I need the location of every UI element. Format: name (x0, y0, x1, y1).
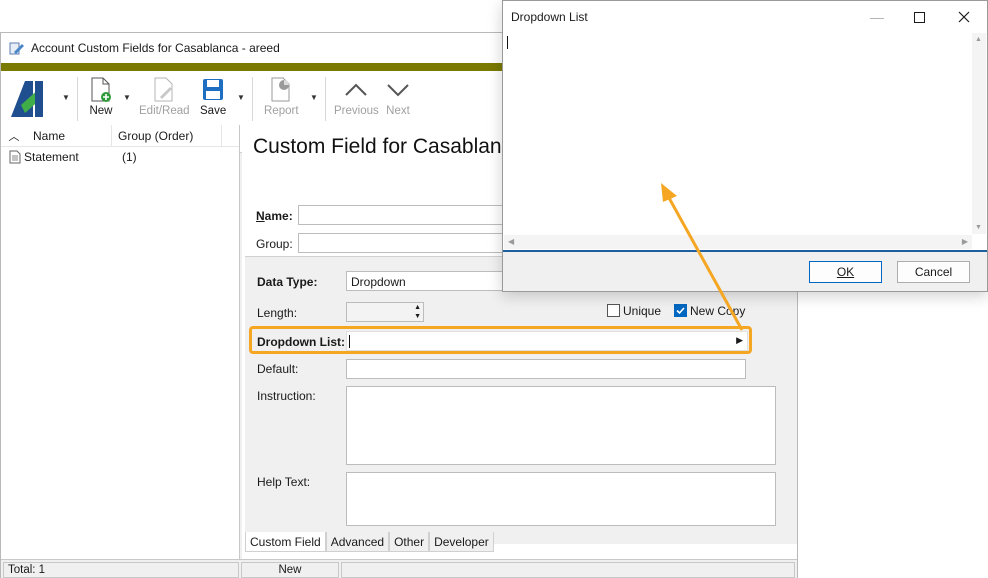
minimize-icon[interactable]: — (867, 7, 887, 27)
chevron-down-icon (387, 84, 409, 97)
save-menu-caret-icon[interactable]: ▼ (237, 93, 245, 102)
default-input[interactable] (346, 359, 746, 379)
app-logo-button[interactable] (7, 77, 49, 123)
dialog-title: Dropdown List (511, 10, 588, 24)
dropdown-list-textarea[interactable]: ▲ ▼ ◀ ▶ (504, 33, 986, 249)
default-label: Default: (257, 362, 299, 376)
data-type-label: Data Type: (257, 275, 318, 289)
tab-developer[interactable]: Developer (429, 532, 494, 552)
vertical-scrollbar[interactable]: ▲ ▼ (972, 33, 986, 234)
main-window-title: Account Custom Fields for Casablanca - a… (31, 41, 280, 55)
maximize-icon[interactable] (909, 7, 929, 27)
cancel-button-label: Cancel (914, 265, 953, 279)
dropdown-list-dialog: Dropdown List — ▲ ▼ ◀ ▶ OK Cancel (502, 0, 988, 292)
form-tabs: Custom Field Advanced Other Developer (245, 532, 494, 552)
save-button[interactable]: Save (200, 77, 226, 123)
new-copy-checkbox[interactable]: New Copy (674, 304, 745, 318)
report-menu-caret-icon[interactable]: ▼ (310, 93, 318, 102)
scroll-down-icon[interactable]: ▼ (975, 224, 982, 231)
ok-button[interactable]: OK (809, 261, 882, 283)
instruction-label: Instruction: (257, 389, 316, 403)
chevron-up-icon (345, 83, 368, 96)
report-button[interactable]: Report (264, 77, 299, 123)
toolbar-separator (325, 77, 326, 121)
list-item-group: (1) (122, 150, 137, 164)
ok-button-label: OK (836, 265, 855, 279)
column-header-group[interactable]: Group (Order) (111, 125, 221, 146)
edit-document-icon (154, 77, 173, 102)
checkbox-unchecked-icon[interactable] (607, 304, 620, 318)
status-total: Total: 1 (3, 562, 239, 578)
field-settings-panel: Data Type: Dropdown Length: ▲ ▼ Unique Ne… (245, 256, 797, 544)
document-icon (9, 150, 21, 164)
scroll-right-icon[interactable]: ▶ (962, 237, 968, 246)
scroll-up-icon[interactable]: ▲ (975, 36, 982, 43)
toolbar-separator (77, 77, 78, 121)
group-input[interactable] (298, 233, 508, 253)
save-disk-icon (203, 79, 224, 100)
new-menu-caret-icon[interactable]: ▼ (123, 93, 131, 102)
new-copy-checkbox-label: New Copy (690, 304, 746, 318)
name-input[interactable] (298, 205, 508, 225)
tab-advanced[interactable]: Advanced (325, 532, 390, 552)
status-extra (341, 562, 795, 578)
new-button[interactable]: New (89, 77, 113, 123)
previous-button[interactable]: Previous (334, 77, 379, 123)
save-button-label: Save (200, 105, 227, 117)
report-chart-icon (271, 77, 290, 102)
sort-chevron-up-icon[interactable]: ︿ (1, 128, 27, 144)
close-icon[interactable] (954, 7, 974, 27)
group-label: Group: (256, 237, 293, 251)
text-cursor (507, 36, 508, 49)
scroll-left-icon[interactable]: ◀ (508, 237, 514, 246)
list-item-name: Statement (24, 150, 79, 164)
length-label: Length: (257, 306, 298, 320)
status-bar: Total: 1 New (1, 559, 797, 578)
column-header-name[interactable]: Name (27, 129, 111, 143)
unique-checkbox[interactable]: Unique (607, 304, 661, 318)
highlight-box (249, 326, 752, 354)
column-header-spacer (221, 125, 239, 146)
horizontal-scrollbar[interactable]: ◀ ▶ (504, 235, 972, 249)
app-logo-icon (7, 77, 49, 119)
data-type-select[interactable]: Dropdown (346, 271, 506, 291)
dialog-footer: OK Cancel (503, 252, 987, 291)
unique-checkbox-label: Unique (623, 304, 662, 318)
help-text-label: Help Text: (257, 475, 311, 489)
list-item[interactable]: Statement (1) (1, 147, 239, 167)
tab-other[interactable]: Other (389, 532, 430, 552)
custom-fields-list: ︿ Name Group (Order) Statement (1) (1, 125, 240, 562)
form-heading: Custom Field for Casablanca (253, 135, 524, 158)
edit-pencil-icon (9, 42, 24, 55)
next-button[interactable]: Next (385, 77, 411, 123)
edit-read-button[interactable]: Edit/Read (139, 77, 190, 123)
tab-custom-field[interactable]: Custom Field (245, 532, 326, 552)
length-stepper[interactable]: ▲ ▼ (346, 302, 424, 322)
name-label: Name: (256, 209, 293, 223)
toolbar-separator (252, 77, 253, 121)
stepper-arrows-icon[interactable]: ▲ ▼ (414, 303, 421, 321)
status-mode: New (241, 562, 339, 578)
help-text-textarea[interactable] (346, 472, 776, 526)
app-menu-caret-icon[interactable]: ▼ (62, 93, 70, 102)
instruction-textarea[interactable] (346, 386, 776, 465)
new-button-label: New (89, 105, 113, 117)
next-button-label: Next (386, 105, 410, 117)
new-document-icon (91, 77, 111, 102)
checkbox-checked-icon[interactable] (674, 304, 687, 318)
edit-read-button-label: Edit/Read (139, 105, 190, 117)
previous-button-label: Previous (334, 105, 379, 117)
cancel-button[interactable]: Cancel (897, 261, 970, 283)
list-header: ︿ Name Group (Order) (1, 125, 239, 147)
report-button-label: Report (264, 105, 299, 117)
